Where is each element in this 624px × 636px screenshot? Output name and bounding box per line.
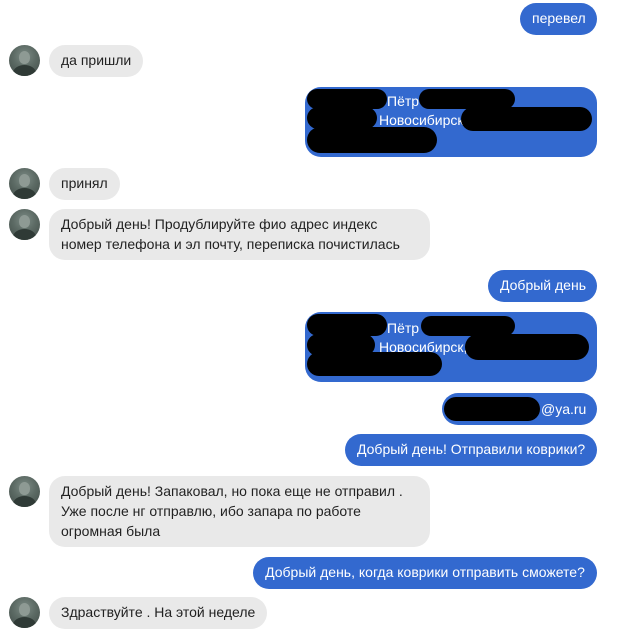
redaction-mark <box>307 314 387 336</box>
incoming-message[interactable]: Добрый день! Запаковал, но пока еще не о… <box>49 476 430 547</box>
message-text: Добрый день! Отправили коврики? <box>357 441 586 457</box>
redaction-mark <box>461 107 592 131</box>
contact-avatar[interactable] <box>9 45 40 76</box>
message-text: Добрый день, когда коврики отправить смо… <box>265 564 585 580</box>
message-text: огромная была <box>61 523 161 539</box>
redaction-mark <box>307 89 387 109</box>
contact-avatar[interactable] <box>9 209 40 240</box>
outgoing-message[interactable]: Пётр Новосибирск, <box>305 312 597 382</box>
incoming-message[interactable]: да пришли <box>49 45 143 77</box>
redaction-mark <box>421 316 515 336</box>
outgoing-message[interactable]: @ya.ru <box>442 393 597 425</box>
message-text: Добрый день! Запаковал, но пока еще не о… <box>61 483 403 499</box>
contact-avatar[interactable] <box>9 168 40 199</box>
redaction-mark <box>465 334 589 360</box>
outgoing-message[interactable]: Добрый день <box>488 270 597 302</box>
message-text: @ya.ru <box>541 401 587 417</box>
message-text: Пётр <box>387 93 420 109</box>
redaction-mark <box>444 397 540 421</box>
redaction-mark <box>307 127 437 153</box>
outgoing-message[interactable]: перевел <box>520 3 597 35</box>
incoming-message[interactable]: Добрый день! Продублируйте фио адрес инд… <box>49 209 430 260</box>
redaction-mark <box>307 107 377 129</box>
incoming-message[interactable]: принял <box>49 168 120 200</box>
outgoing-message[interactable]: Добрый день! Отправили коврики? <box>345 434 597 466</box>
message-text: Здраствуйте . На этой неделе <box>61 604 256 620</box>
message-text: номер телефона и эл почту, переписка поч… <box>61 236 400 252</box>
message-text: да пришли <box>61 52 132 68</box>
outgoing-message[interactable]: Пётр Новосибирск <box>305 87 597 157</box>
incoming-message[interactable]: Здраствуйте . На этой неделе <box>49 597 267 629</box>
message-text: Пётр <box>387 320 420 336</box>
message-text: Добрый день <box>500 277 586 293</box>
message-text: Добрый день! Продублируйте фио адрес инд… <box>61 216 378 232</box>
redaction-mark <box>419 89 515 109</box>
message-text: Уже после нг отправлю, ибо запара по раб… <box>61 503 361 519</box>
redaction-mark <box>307 352 442 376</box>
message-text: перевел <box>532 10 586 26</box>
contact-avatar[interactable] <box>9 476 40 507</box>
message-text: принял <box>61 175 108 191</box>
contact-avatar[interactable] <box>9 597 40 628</box>
outgoing-message[interactable]: Добрый день, когда коврики отправить смо… <box>253 557 597 589</box>
